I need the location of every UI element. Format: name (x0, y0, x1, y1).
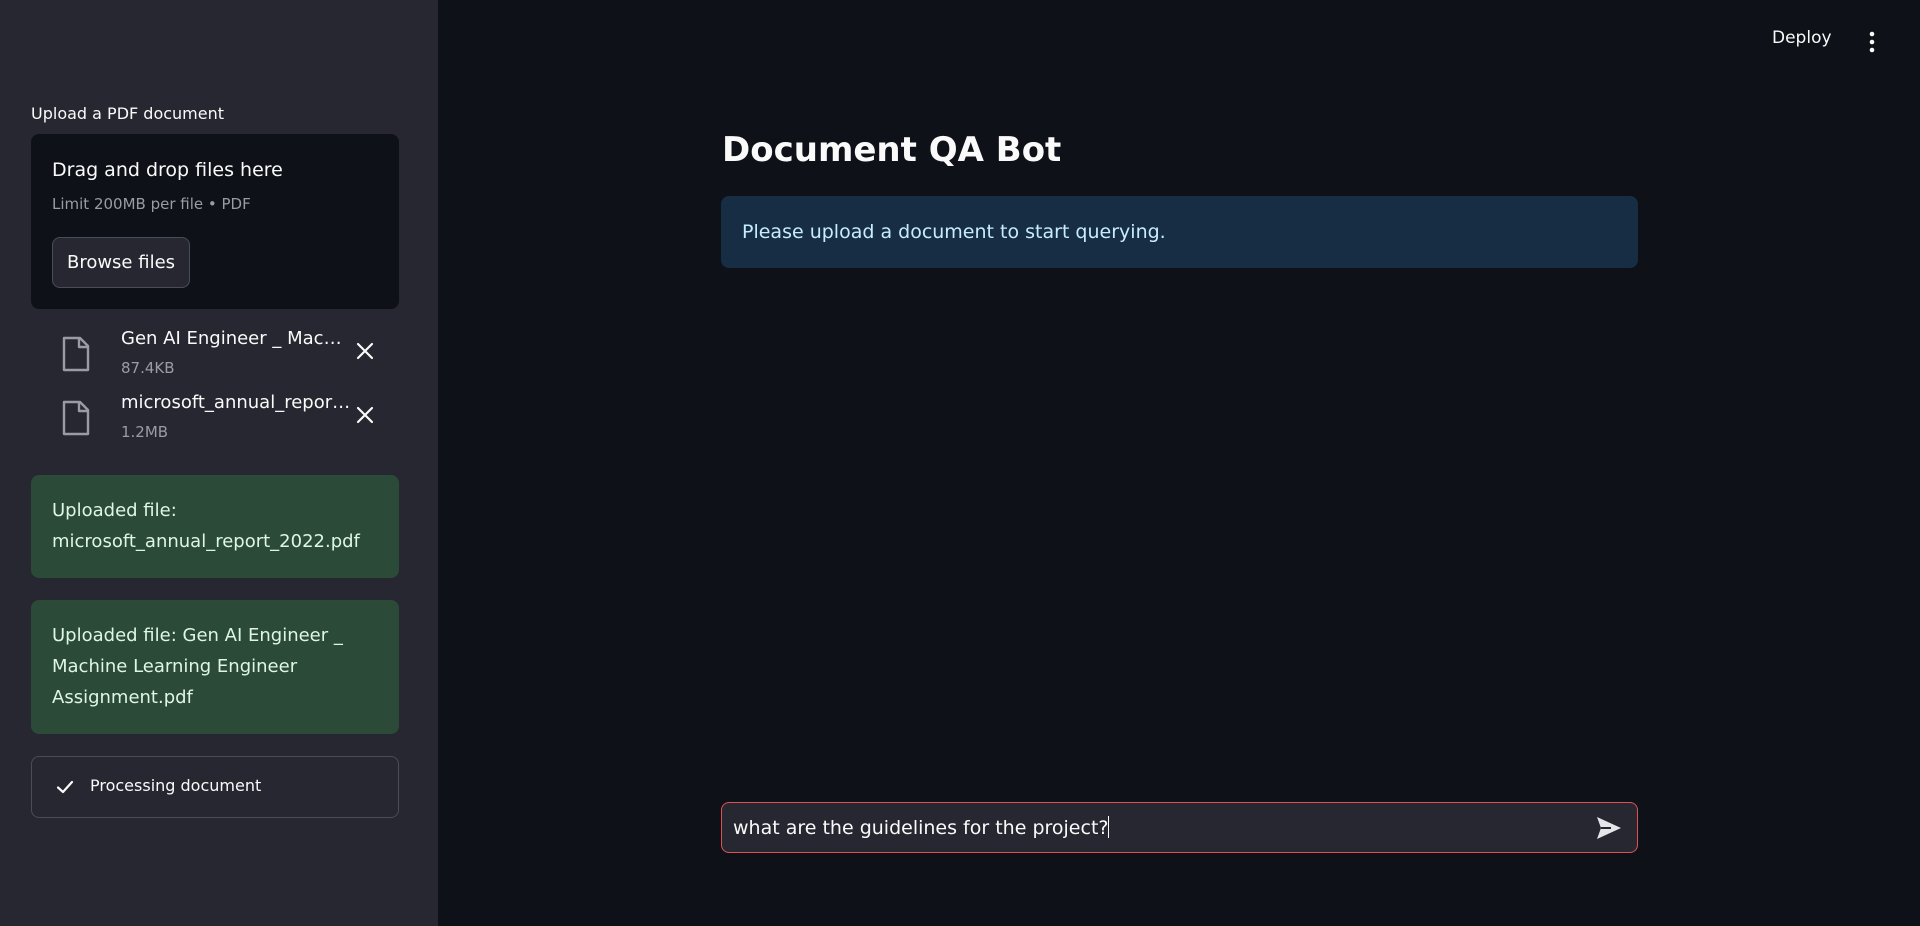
send-icon[interactable] (1595, 815, 1623, 841)
dropzone-limit: Limit 200MB per file • PDF (52, 195, 251, 213)
uploaded-file-item: Gen AI Engineer _ Machine Learning Engin… (56, 328, 386, 384)
app: Upload a PDF document Drag and drop file… (0, 0, 1920, 926)
file-size: 1.2MB (121, 423, 169, 441)
more-vertical-icon[interactable] (1862, 30, 1882, 54)
chat-input-text[interactable]: what are the guidelines for the project? (733, 816, 1110, 839)
file-name: microsoft_annual_report_2022.pdf (121, 392, 351, 413)
file-dropzone[interactable]: Drag and drop files here Limit 200MB per… (31, 134, 399, 309)
info-alert: Please upload a document to start queryi… (721, 196, 1638, 268)
success-message: Uploaded file: microsoft_annual_report_2… (31, 475, 399, 578)
sidebar: Upload a PDF document Drag and drop file… (0, 0, 438, 926)
page-title: Document QA Bot (722, 130, 1062, 170)
deploy-button[interactable]: Deploy (1772, 28, 1832, 48)
file-name: Gen AI Engineer _ Machine Learning Engin… (121, 328, 351, 349)
check-icon (56, 780, 74, 794)
uploaded-file-item: microsoft_annual_report_2022.pdf 1.2MB (56, 392, 386, 448)
close-icon[interactable] (352, 338, 378, 364)
uploader-label: Upload a PDF document (31, 104, 225, 123)
text-caret (1108, 816, 1110, 838)
chat-input[interactable]: what are the guidelines for the project? (721, 802, 1638, 853)
file-icon (62, 400, 90, 436)
dropzone-title: Drag and drop files here (52, 159, 283, 181)
file-icon (62, 336, 90, 372)
close-icon[interactable] (352, 402, 378, 428)
file-size: 87.4KB (121, 359, 175, 377)
browse-files-button[interactable]: Browse files (52, 237, 190, 288)
chat-input-value: what are the guidelines for the project? (733, 817, 1109, 839)
status-label: Processing document (90, 776, 262, 795)
success-message: Uploaded file: Gen AI Engineer _ Machine… (31, 600, 399, 734)
status-expander[interactable]: Processing document (31, 756, 399, 818)
